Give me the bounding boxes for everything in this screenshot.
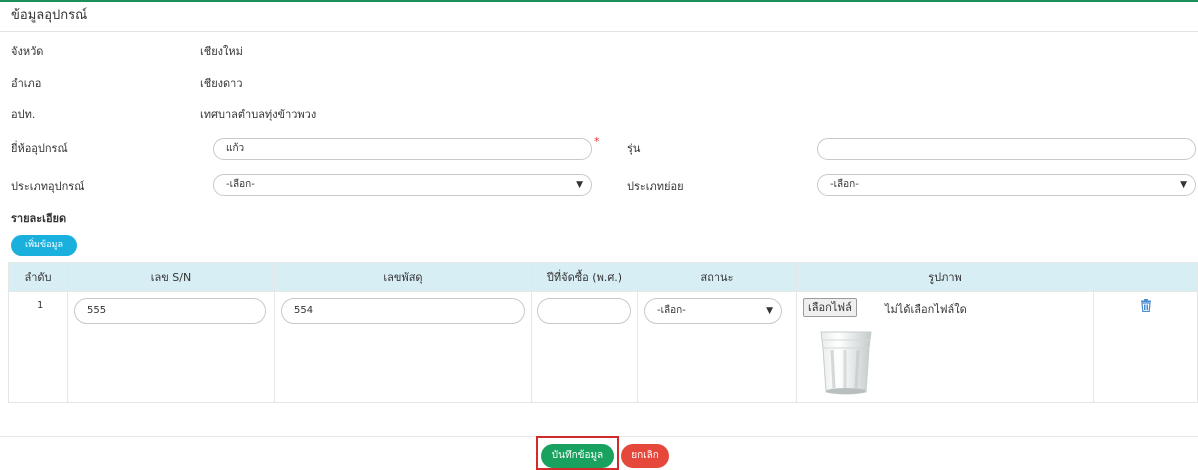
col-status: สถานะ [637,262,797,292]
subtype-select-value: -เลือก- [830,179,859,190]
image-cell: เลือกไฟล์ ไม่ได้เลือกไฟล์ใด [796,291,1094,403]
row-index-cell: 1 [8,291,68,403]
district-value: เชียงดาว [200,77,243,90]
col-image: รูปภาพ [796,262,1094,292]
type-label: ประเภทอุปกรณ์ [11,180,85,193]
add-row-button[interactable]: เพิ่มข้อมูล [11,235,77,256]
parcel-input[interactable]: 554 [281,298,525,324]
district-label: อำเภอ [11,77,42,90]
col-year: ปีที่จัดซื้อ (พ.ศ.) [531,262,638,292]
model-label: รุ่น [627,142,641,155]
parcel-cell: 554 [274,291,532,403]
status-cell: -เลือก- ▼ [637,291,797,403]
type-select-value: -เลือก- [226,179,255,190]
serial-cell: 555 [67,291,275,403]
province-value: เชียงใหม่ [200,45,243,58]
cancel-button[interactable]: ยกเลิก [621,444,669,468]
required-mark: * [594,135,600,148]
trash-icon[interactable] [1140,299,1152,312]
actions-cell [1093,291,1198,403]
subtype-label: ประเภทย่อย [627,180,684,193]
org-label: อปท. [11,108,36,121]
chevron-down-icon: ▼ [766,306,773,316]
panel-title: ข้อมูลอุปกรณ์ [0,2,1198,32]
table-row: 1 555 554 -เลือก- ▼ เลือกไฟล์ ไม่ได้เลือ… [8,291,1198,403]
save-button[interactable]: บันทึกข้อมูล [541,444,614,468]
col-actions [1093,262,1198,292]
status-select-value: -เลือก- [657,305,686,316]
year-cell [531,291,638,403]
col-parcel: เลขพัสดุ [274,262,532,292]
col-serial: เลข S/N [67,262,275,292]
glass-image [820,331,872,395]
brand-label: ยี่ห้ออุปกรณ์ [11,142,68,155]
status-select[interactable]: -เลือก- ▼ [644,298,782,324]
choose-file-button[interactable]: เลือกไฟล์ [803,298,857,317]
col-index: ลำดับ [8,262,68,292]
file-status-text: ไม่ได้เลือกไฟล์ใด [885,303,967,316]
model-input[interactable] [817,138,1196,160]
subtype-select[interactable]: -เลือก- ▼ [817,174,1196,196]
brand-input[interactable]: แก้ว [213,138,592,160]
province-label: จังหวัด [11,45,44,58]
serial-input[interactable]: 555 [74,298,266,324]
org-value: เทศบาลตำบลทุ่งข้าวพวง [200,108,317,121]
chevron-down-icon: ▼ [1180,180,1187,190]
year-input[interactable] [537,298,631,324]
table-header-row: ลำดับ เลข S/N เลขพัสดุ ปีที่จัดซื้อ (พ.ศ… [8,262,1198,292]
row-index: 1 [37,300,44,311]
details-table: ลำดับ เลข S/N เลขพัสดุ ปีที่จัดซื้อ (พ.ศ… [8,262,1198,403]
type-select[interactable]: -เลือก- ▼ [213,174,592,196]
details-title: รายละเอียด [11,212,67,225]
chevron-down-icon: ▼ [576,180,583,190]
